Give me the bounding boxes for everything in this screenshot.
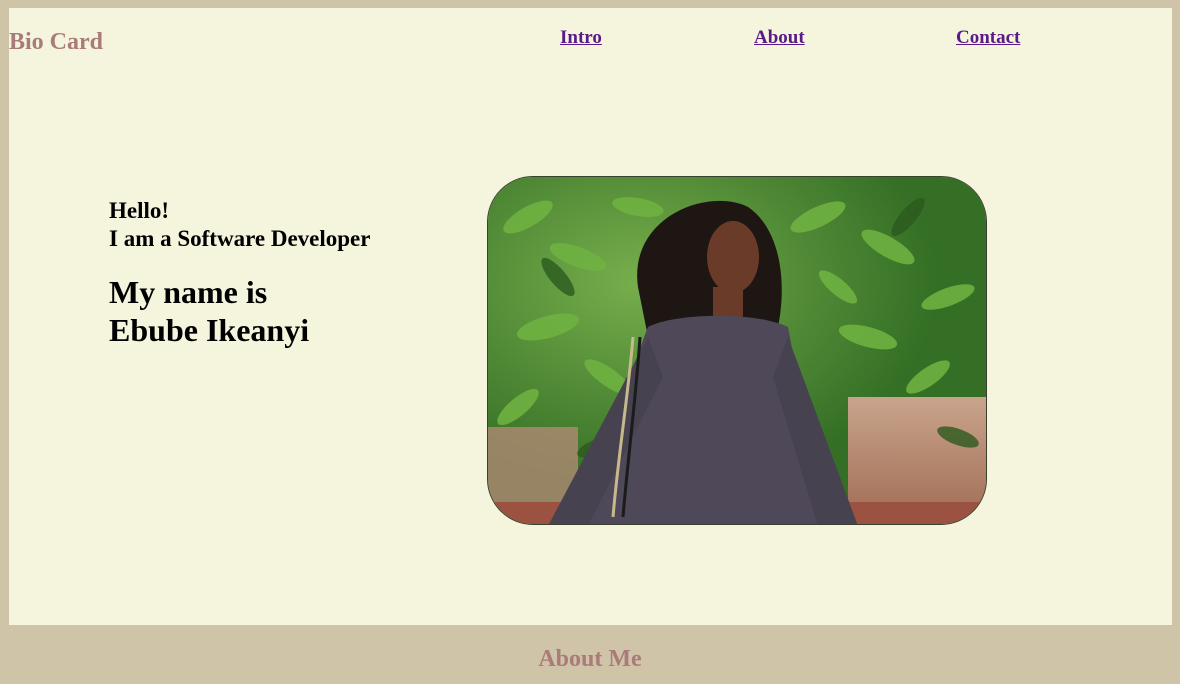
nav-link-contact[interactable]: Contact (956, 27, 1020, 49)
site-brand: Bio Card (9, 29, 104, 55)
nav-link-intro[interactable]: Intro (560, 27, 602, 49)
role-text: I am a Software Developer (109, 226, 371, 251)
greeting-text: Hello! (109, 198, 170, 223)
intro-section: Hello! I am a Software Developer My name… (109, 197, 371, 348)
nav-link-about[interactable]: About (754, 27, 805, 49)
bio-card-panel: Bio Card Intro About Contact Hello! I am… (9, 8, 1172, 625)
name-heading: My name is Ebube Ikeanyi (109, 273, 309, 349)
profile-photo (487, 176, 987, 525)
about-section-title: About Me (538, 646, 642, 672)
name-heading-line2: Ebube Ikeanyi (109, 312, 310, 348)
profile-photo-image (488, 177, 986, 524)
name-heading-line1: My name is (109, 274, 268, 310)
